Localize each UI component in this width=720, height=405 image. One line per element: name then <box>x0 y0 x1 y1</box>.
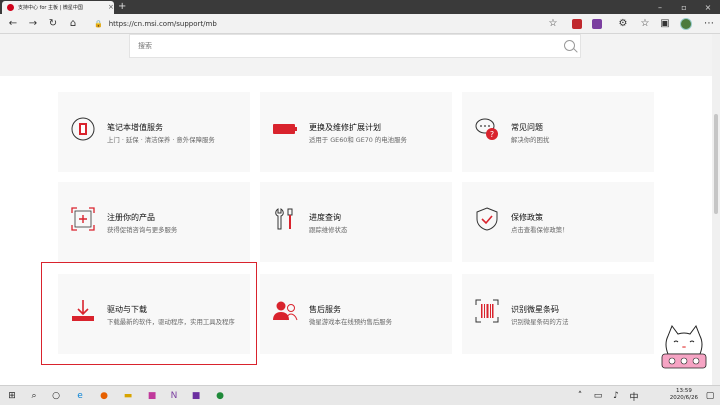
extension-icon[interactable] <box>592 19 602 29</box>
search-input[interactable] <box>138 42 558 50</box>
msi-favicon-icon <box>7 4 14 11</box>
system-clock[interactable]: 13:59 2020/6/26 <box>670 388 698 402</box>
browser-tab-bar: 支持中心 for 主板 | 微星中国 × + – ▫ × <box>0 0 720 14</box>
extension-icon[interactable] <box>572 19 582 29</box>
favorites-icon[interactable]: ☆ <box>638 17 652 31</box>
faq-icon: ? <box>475 118 498 140</box>
browser-tab[interactable]: 支持中心 for 主板 | 微星中国 × <box>2 1 114 14</box>
card-desc: 获得促销咨询与更多服务 <box>107 226 178 234</box>
url-text[interactable]: https://cn.msi.com/support/mb <box>109 20 217 28</box>
browser-toolbar: ← → ↻ ⌂ 🔒 https://cn.msi.com/support/mb … <box>0 14 720 34</box>
scroll-thumb[interactable] <box>714 114 718 214</box>
card-desc: 上门 · 延保 · 清洁保养 · 意外保障服务 <box>107 136 215 144</box>
card-desc: 识别微星条码的方法 <box>511 318 569 326</box>
repair-tools-icon <box>275 208 293 230</box>
search-box[interactable] <box>129 34 581 58</box>
back-icon[interactable]: ← <box>6 17 20 31</box>
lock-icon: 🔒 <box>94 20 103 28</box>
card-title: 常见问题 <box>511 123 543 132</box>
windows-start-icon[interactable]: ⊞ <box>6 390 18 402</box>
warranty-shield-icon <box>476 207 498 231</box>
card-title: 更换及维修扩展计划 <box>309 123 381 132</box>
file-explorer-icon[interactable]: ▬ <box>122 390 134 402</box>
card-desc: 点击查看保修政策！ <box>511 226 569 234</box>
collections-icon[interactable]: ▣ <box>658 17 672 31</box>
ime-icon[interactable]: 中 <box>628 390 640 403</box>
battery-icon <box>273 124 297 134</box>
forward-icon[interactable]: → <box>26 17 40 31</box>
clock-date: 2020/6/26 <box>669 395 698 401</box>
barcode-icon <box>475 299 499 323</box>
card-desc: 适用于 GE60和 GE70 的电池服务 <box>309 136 407 144</box>
app-icon[interactable]: ■ <box>146 390 158 402</box>
card-laptop-service[interactable]: 笔记本增值服务 上门 · 延保 · 清洁保养 · 意外保障服务 <box>58 92 250 172</box>
settings-icon[interactable]: ⚙ <box>616 17 630 31</box>
address-bar[interactable]: 🔒 https://cn.msi.com/support/mb <box>88 17 568 31</box>
card-repair-progress[interactable]: 进度查询 跟踪维修状态 <box>260 182 452 262</box>
card-desc: 解决你的困扰 <box>511 136 550 144</box>
tab-title: 支持中心 for 主板 | 微星中国 <box>18 5 83 11</box>
network-icon[interactable]: ▭ <box>592 390 604 402</box>
search-icon[interactable] <box>564 40 575 51</box>
close-tab-icon[interactable]: × <box>108 4 114 11</box>
page-scrollbar[interactable] <box>712 34 720 385</box>
highlight-frame <box>41 262 257 365</box>
volume-icon[interactable]: ♪ <box>610 390 622 402</box>
close-window-icon[interactable]: × <box>696 0 720 14</box>
card-title: 笔记本增值服务 <box>107 123 163 132</box>
card-title: 保修政策 <box>511 213 543 222</box>
laptop-service-icon <box>71 117 95 141</box>
card-desc: 微星游戏本在线预约售后服务 <box>309 318 393 326</box>
new-tab-icon[interactable]: + <box>118 1 126 13</box>
card-title: 进度查询 <box>309 213 341 222</box>
task-view-icon[interactable]: ○ <box>50 390 62 402</box>
card-title: 识别微星条码 <box>511 305 559 314</box>
clock-time: 13:59 <box>675 388 692 394</box>
card-warranty-policy[interactable]: 保修政策 点击查看保修政策！ <box>462 182 654 262</box>
favorite-star-icon[interactable]: ☆ <box>546 17 560 31</box>
svg-text:?: ? <box>490 130 494 139</box>
register-product-icon <box>71 207 95 231</box>
app-icon[interactable]: ■ <box>190 390 202 402</box>
page-content: 笔记本增值服务 上门 · 延保 · 清洁保养 · 意外保障服务 更换及维修扩展计… <box>0 34 712 385</box>
minimize-icon[interactable]: – <box>648 0 672 14</box>
more-icon[interactable]: ⋯ <box>702 17 716 31</box>
edge-browser-icon[interactable]: e <box>74 390 86 402</box>
card-title: 售后服务 <box>309 305 341 314</box>
tray-arrow-icon[interactable]: ˄ <box>574 390 586 402</box>
search-icon[interactable]: ⌕ <box>28 390 40 402</box>
after-sales-icon <box>273 301 298 321</box>
card-battery-plan[interactable]: 更换及维修扩展计划 适用于 GE60和 GE70 的电池服务 <box>260 92 452 172</box>
card-desc: 跟踪维修状态 <box>309 226 348 234</box>
onenote-icon[interactable]: N <box>168 390 180 402</box>
cat-mascot-icon <box>661 324 707 369</box>
card-title: 注册你的产品 <box>107 213 155 222</box>
card-barcode[interactable]: 识别微星条码 识别微星条码的方法 <box>462 274 654 354</box>
card-register-product[interactable]: 注册你的产品 获得促销咨询与更多服务 <box>58 182 250 262</box>
profile-avatar[interactable] <box>680 18 692 30</box>
windows-taskbar: ⊞ ⌕ ○ e ● ▬ ■ N ■ ● ˄ ▭ ♪ 中 13:59 2020/6… <box>0 385 720 405</box>
maximize-icon[interactable]: ▫ <box>672 0 696 14</box>
firefox-icon[interactable]: ● <box>98 390 110 402</box>
card-after-sales[interactable]: 售后服务 微星游戏本在线预约售后服务 <box>260 274 452 354</box>
card-faq[interactable]: ? 常见问题 解决你的困扰 <box>462 92 654 172</box>
home-icon[interactable]: ⌂ <box>66 17 80 31</box>
refresh-icon[interactable]: ↻ <box>46 17 60 31</box>
notification-icon[interactable]: ▢ <box>704 390 716 402</box>
app-icon[interactable]: ● <box>214 390 226 402</box>
